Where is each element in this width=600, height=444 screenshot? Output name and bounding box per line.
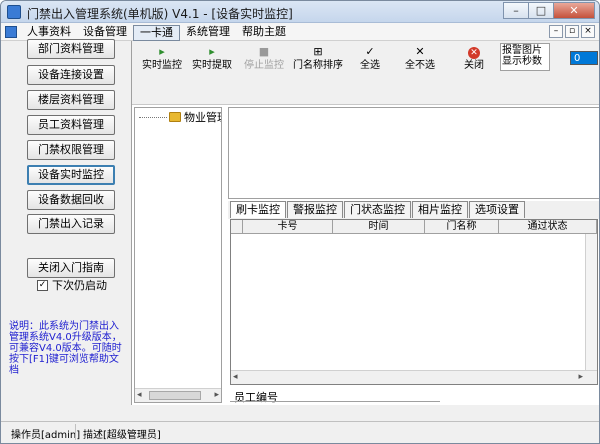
tool-label: 全选 <box>360 60 380 71</box>
grid-header: 卡号 时间 门名称 通过状态 <box>231 220 597 234</box>
scroll-left-icon[interactable]: ◂ <box>233 372 238 382</box>
main-window: 门禁出入管理系统(单机版) V4.1 - [设备实时监控] – □ ✕ 人事资料… <box>0 0 600 444</box>
title-bar: 门禁出入管理系统(单机版) V4.1 - [设备实时监控] – □ ✕ <box>1 1 599 23</box>
sidebar-button[interactable]: 设备连接设置 <box>27 65 115 85</box>
play-icon: ▸ <box>159 45 165 58</box>
app-icon <box>7 5 21 19</box>
mdi-app-icon <box>5 26 17 38</box>
grid-column-header[interactable]: 通过状态 <box>499 220 597 233</box>
tool-glyph: ✕ <box>394 45 446 59</box>
alarm-seconds-label: 报警图片显示秒数 <box>500 43 550 71</box>
tool-button[interactable]: ✓ 全选 <box>344 45 396 75</box>
menu-item[interactable]: 系统管理 <box>180 25 236 41</box>
mdi-close-button[interactable]: × <box>581 25 595 38</box>
status-bar: 操作员[admin] 描述[超级管理员] <box>1 421 599 443</box>
monitor-area: ▸ 实时监控 ▸ 实时提取 ■ 停止监控 ⊞ 门名称排序 ✓ 全选 ✕ 全不选 ✕ 关闭 报警图片显示秒数… <box>131 41 599 405</box>
scroll-thumb[interactable] <box>149 391 201 400</box>
tool-glyph: ■ <box>238 45 290 59</box>
door-tree: 物业管理处 ◂ ▸ <box>134 107 222 403</box>
close-circle-icon: ✕ <box>468 47 480 59</box>
window-title: 门禁出入管理系统(单机版) V4.1 - [设备实时监控] <box>27 7 293 21</box>
sidebar-button[interactable]: 门禁出入记录 <box>27 214 115 234</box>
status-operator: 操作员[admin] <box>11 430 81 441</box>
alarm-seconds-input[interactable]: 0 <box>570 51 598 65</box>
restart-checkbox[interactable]: ✓ <box>37 279 48 291</box>
sidebar-button[interactable]: 门禁权限管理 <box>27 140 115 160</box>
tool-label: 实时监控 <box>142 60 182 71</box>
sort-icon: ⊞ <box>313 45 323 58</box>
tool-button[interactable]: ✕ 关闭 <box>448 45 500 75</box>
tool-glyph: ⊞ <box>292 45 344 59</box>
toolbar: ▸ 实时监控 ▸ 实时提取 ■ 停止监控 ⊞ 门名称排序 ✓ 全选 ✕ 全不选 ✕ 关闭 报警图片显示秒数… <box>132 41 599 105</box>
status-description: 描述[超级管理员] <box>83 430 161 441</box>
close-button[interactable]: ✕ <box>553 2 595 19</box>
sidebar: 部门资料管理 设备连接设置 楼层资料管理 员工资料管理 门禁权限管理 设备实时监控 设备数据… <box>3 39 129 405</box>
tool-glyph: ▸ <box>186 45 238 59</box>
tool-label: 关闭 <box>464 60 484 71</box>
uncheck-icon: ✕ <box>415 45 425 58</box>
monitor-tab[interactable]: 警报监控 <box>287 201 343 218</box>
employee-id-field <box>230 401 440 405</box>
grid-hscroll[interactable]: ◂ ▸ <box>231 370 597 384</box>
monitor-tab[interactable]: 刷卡监控 <box>230 201 286 218</box>
monitor-tabs: 刷卡监控 警报监控 门状态监控 相片监控 选项设置 <box>228 201 599 219</box>
tool-label: 停止监控 <box>244 60 284 71</box>
restart-label: 下次仍启动 <box>52 279 107 292</box>
mdi-restore-button[interactable]: ▫ <box>565 25 579 38</box>
status-divider <box>75 424 76 440</box>
tree-node-label: 物业管理处 <box>184 111 221 124</box>
monitor-tab[interactable]: 门状态监控 <box>344 201 411 218</box>
window-controls: – □ ✕ <box>503 2 595 19</box>
tool-glyph: ▸ <box>136 45 188 59</box>
minimize-button[interactable]: – <box>503 2 529 19</box>
info-text: 说明：此系统为门禁出入管理系统V4.0升级版本，可兼容V4.0版本。可随时按下[… <box>9 321 122 376</box>
check-icon: ✓ <box>365 45 375 58</box>
tool-button[interactable]: ▸ 实时监控 <box>136 45 188 75</box>
tree-connector <box>139 116 167 118</box>
sidebar-button[interactable]: 设备实时监控 <box>27 165 115 185</box>
tool-label: 实时提取 <box>192 60 232 71</box>
tool-button[interactable]: ⊞ 门名称排序 <box>292 45 344 75</box>
monitor-tab[interactable]: 选项设置 <box>469 201 525 218</box>
maximize-button[interactable]: □ <box>528 2 554 19</box>
sidebar-button[interactable]: 设备数据回收 <box>27 190 115 210</box>
grid-vscroll[interactable] <box>585 234 597 370</box>
door-view-panel <box>228 107 599 199</box>
tool-label: 全不选 <box>405 60 435 71</box>
mdi-controls: – ▫ × <box>547 25 595 38</box>
sidebar-button[interactable]: 员工资料管理 <box>27 115 115 135</box>
menu-item[interactable]: 帮助主题 <box>236 25 292 41</box>
tool-button[interactable]: ■ 停止监控 <box>238 45 290 75</box>
restart-option[interactable]: ✓ 下次仍启动 <box>37 277 107 293</box>
tool-label: 门名称排序 <box>293 60 343 71</box>
tool-button[interactable]: ▸ 实时提取 <box>186 45 238 75</box>
folder-icon <box>169 112 181 122</box>
mdi-minimize-button[interactable]: – <box>549 25 563 38</box>
play-icon: ▸ <box>209 45 215 58</box>
sidebar-button[interactable]: 部门资料管理 <box>27 39 115 59</box>
tool-button[interactable]: ✕ 全不选 <box>394 45 446 75</box>
tool-glyph: ✕ <box>448 45 500 59</box>
sidebar-button[interactable]: 楼层资料管理 <box>27 90 115 110</box>
scroll-right-icon[interactable]: ▸ <box>578 372 583 382</box>
grid-column-header[interactable]: 门名称 <box>425 220 499 233</box>
swipe-grid: 卡号 时间 门名称 通过状态 ◂ ▸ <box>230 219 598 385</box>
tree-node-root[interactable]: 物业管理处 <box>139 109 221 125</box>
grid-row-header <box>231 220 243 233</box>
grid-column-header[interactable]: 时间 <box>333 220 425 233</box>
grid-column-header[interactable]: 卡号 <box>243 220 333 233</box>
close-guide-button[interactable]: 关闭入门指南 <box>27 258 115 278</box>
tree-hscroll[interactable]: ◂ ▸ <box>135 388 221 402</box>
monitor-tab[interactable]: 相片监控 <box>412 201 468 218</box>
menu-item[interactable]: 一卡通 <box>133 25 180 41</box>
tool-glyph: ✓ <box>344 45 396 59</box>
scroll-right-icon[interactable]: ▸ <box>214 390 219 400</box>
scroll-left-icon[interactable]: ◂ <box>137 390 142 400</box>
stop-icon: ■ <box>258 45 270 58</box>
